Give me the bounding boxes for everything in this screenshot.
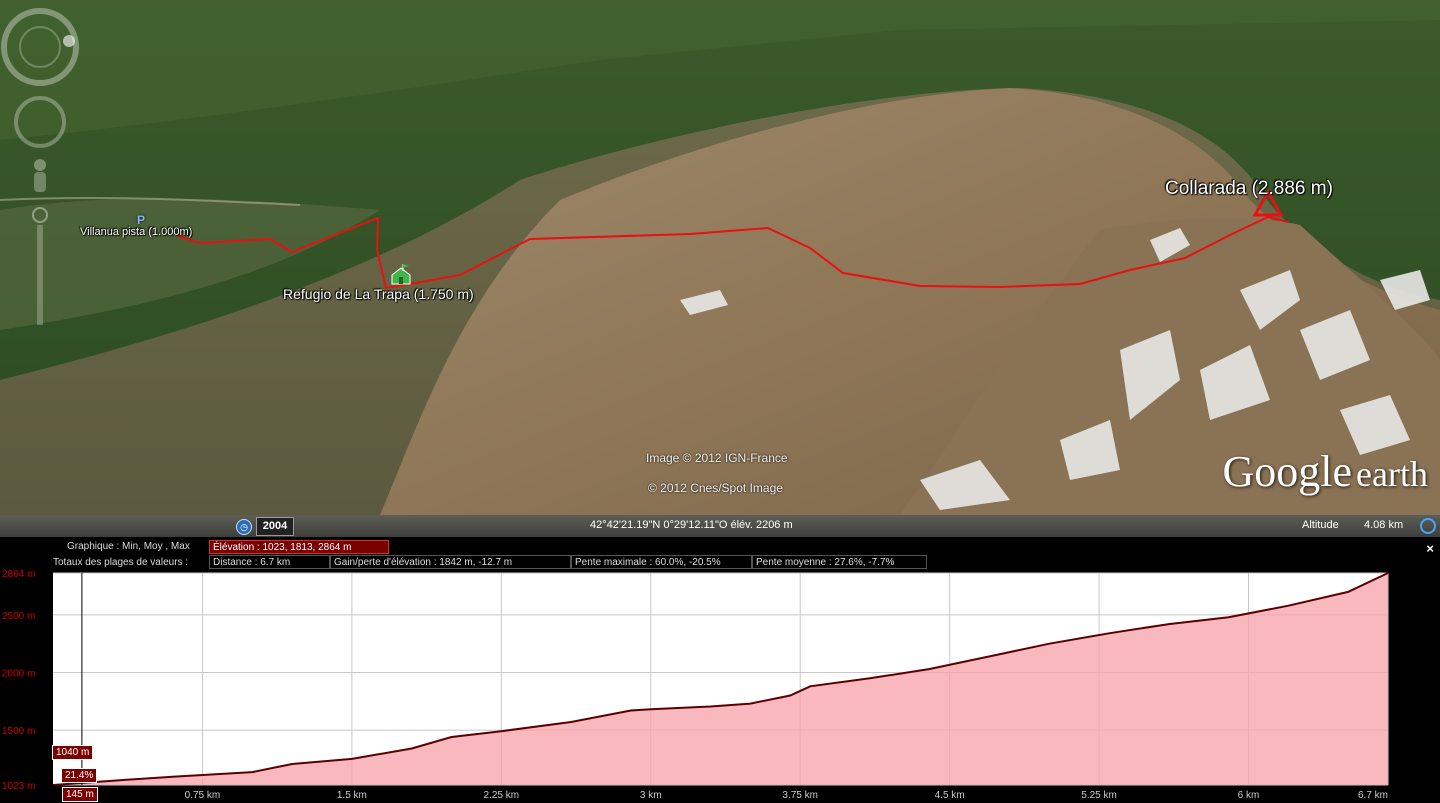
image-credit-cnes: © 2012 Cnes/Spot Image xyxy=(648,481,783,495)
elevation-profile-panel: Graphique : Min, Moy , Max Élévation : 1… xyxy=(0,537,1440,803)
x-tick-label: 6 km xyxy=(1238,790,1260,801)
altitude-value: 4.08 km xyxy=(1364,519,1404,531)
y-tick-label: 2864 m xyxy=(2,569,35,580)
x-tick-label: 0.75 km xyxy=(185,790,221,801)
cursor-slope-readout: 21.4% xyxy=(61,768,98,783)
refuge-label[interactable]: Refugio de La Trapa (1.750 m) xyxy=(283,286,474,302)
y-tick-label: 1023 m xyxy=(2,781,35,792)
earth-map-view[interactable]: P Villanua pista (1.000m) Refugio de La … xyxy=(0,0,1440,515)
street-view-pegman-icon[interactable] xyxy=(34,159,46,192)
x-tick-label: 1.5 km xyxy=(337,790,367,801)
summit-label[interactable]: Collarada (2.886 m) xyxy=(1165,178,1333,200)
cursor-distance-readout: 145 m xyxy=(62,787,98,802)
x-tick-label: 2.25 km xyxy=(484,790,520,801)
pointer-coordinates: 42°42'21.19"N 0°29'12.11"O élév. 2206 m xyxy=(590,519,793,531)
x-tick-label: 4.5 km xyxy=(935,790,965,801)
x-tick-label: 3.75 km xyxy=(782,790,818,801)
x-axis-ticks: 0.75 km 1.5 km 2.25 km 3 km 3.75 km 4.5 km 5.2… xyxy=(185,790,1388,801)
y-axis-ticks: 1023 m 1500 m 2000 m 2500 m 2864 m xyxy=(2,569,35,792)
look-ring-icon[interactable] xyxy=(1,8,79,86)
x-tick-label: 5.25 km xyxy=(1081,790,1117,801)
y-tick-label: 2000 m xyxy=(2,668,35,679)
status-bar: ◷ 2004 42°42'21.19"N 0°29'12.11"O élév. … xyxy=(0,515,1440,537)
navigation-controls xyxy=(1,8,79,325)
move-ring-icon[interactable] xyxy=(14,96,66,148)
parking-icon[interactable]: P xyxy=(137,214,149,226)
terrain-image xyxy=(0,0,1440,515)
altitude-label: Altitude xyxy=(1302,519,1339,531)
y-tick-label: 1500 m xyxy=(2,726,35,737)
elevation-chart[interactable]: 1023 m 1500 m 2000 m 2500 m 2864 m 0.75 km 1.… xyxy=(0,537,1440,803)
cursor-elevation-readout: 1040 m xyxy=(52,745,94,760)
hut-flag-icon[interactable] xyxy=(390,263,412,285)
google-earth-logo: Google earth xyxy=(1222,447,1428,496)
streaming-indicator-icon xyxy=(1420,518,1436,534)
y-tick-label: 2500 m xyxy=(2,611,35,622)
imagery-date[interactable]: 2004 xyxy=(256,517,294,536)
start-label[interactable]: Villanua pista (1.000m) xyxy=(80,226,192,238)
image-credit-ign: Image © 2012 IGN-France xyxy=(646,451,788,465)
x-tick-label: 3 km xyxy=(640,790,662,801)
historical-imagery-clock-icon[interactable]: ◷ xyxy=(236,519,252,535)
zoom-slider[interactable] xyxy=(32,207,48,325)
x-tick-label: 6.7 km xyxy=(1358,790,1388,801)
